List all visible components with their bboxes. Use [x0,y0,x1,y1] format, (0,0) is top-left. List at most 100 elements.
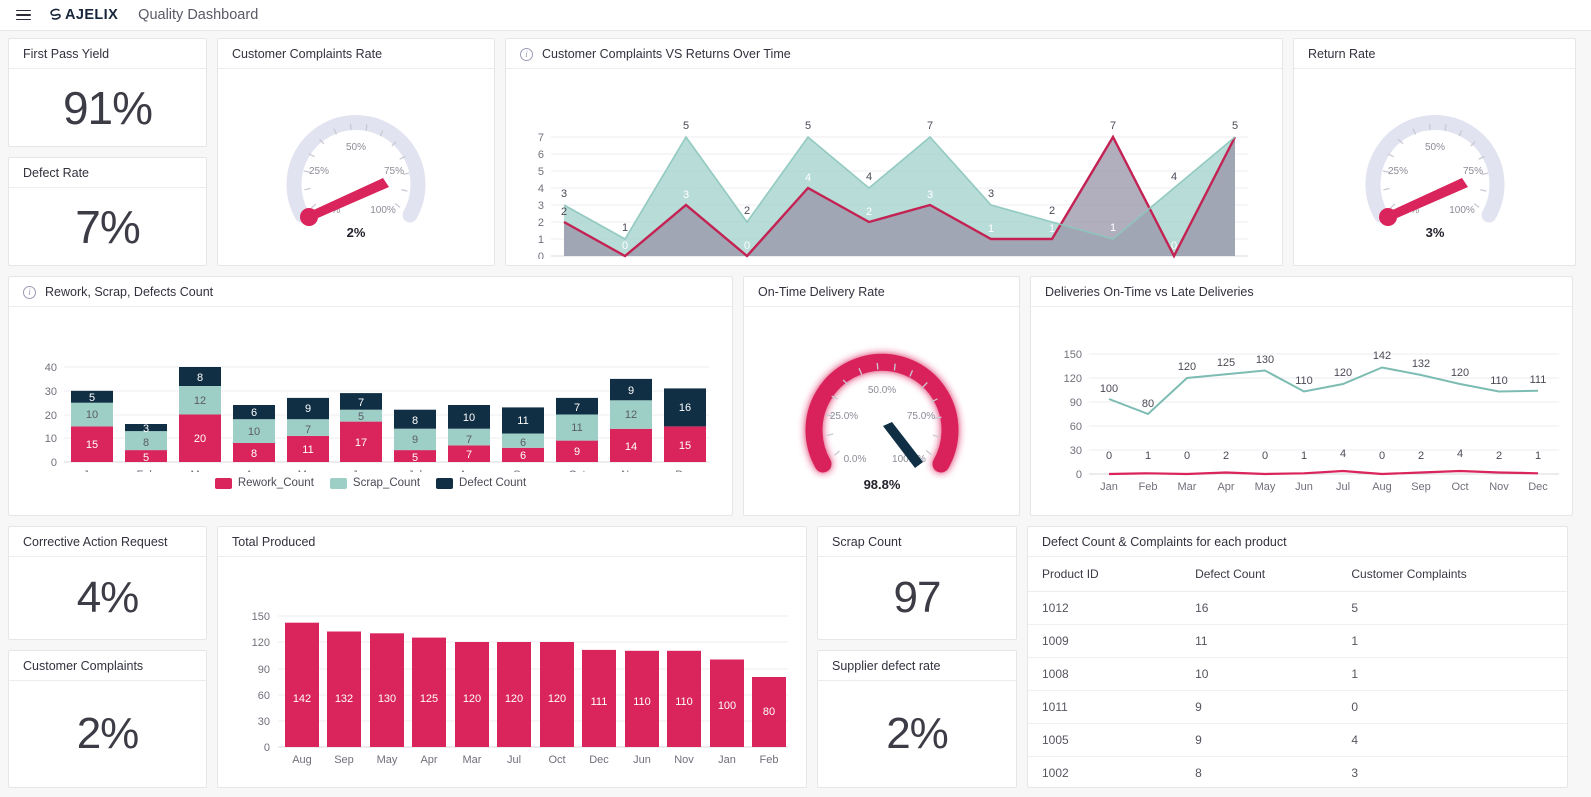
data-label: 0 [1379,450,1385,462]
card-supplier-defect-rate[interactable]: Supplier defect rate 2% [817,650,1017,788]
card-corrective-action-request[interactable]: Corrective Action Request 4% [8,526,207,641]
kpi-value-first-pass-yield: 91% [62,81,153,134]
card-header: Defect Count & Complaints for each produ… [1028,527,1567,557]
card-body: 150 120 90 60 30 0 100 80 120 125 130 11… [1031,307,1572,515]
y-tick: 150 [1064,349,1082,361]
y-tick: 40 [45,362,57,374]
column-header-defect-count[interactable]: Defect Count [1195,557,1352,592]
gauge-tick-25: 25% [1387,166,1407,177]
data-label: 5 [358,411,364,423]
data-label: 1 [1301,450,1307,462]
x-tick: Mar [1178,481,1197,493]
table-scroll-area[interactable]: Product ID Defect Count Customer Complai… [1028,557,1567,787]
card-body: 150 120 90 60 30 0 142 132 130 125 120 1… [218,557,806,787]
card-header: Deliveries On-Time vs Late Deliveries [1031,277,1572,307]
x-tick: Jun [633,754,651,766]
kpi-column-bottom-left: Corrective Action Request 4% Customer Co… [8,526,207,788]
card-on-time-delivery-rate[interactable]: On-Time Delivery Rate 0.0% 25.0% 50.0% 7… [743,276,1020,516]
table-row[interactable]: 1008 10 1 [1028,657,1567,691]
info-icon[interactable]: i [520,47,533,61]
y-tick: 30 [45,386,57,398]
card-deliveries-ontime-vs-late[interactable]: Deliveries On-Time vs Late Deliveries 15… [1030,276,1573,516]
data-label: 132 [1412,358,1430,370]
card-title: Supplier defect rate [832,659,941,674]
card-first-pass-yield[interactable]: First Pass Yield 91% [8,38,207,147]
cell-defect-count: 9 [1195,723,1352,757]
data-label: 110 [1490,375,1508,387]
gauge-tick-50: 50.0% [867,385,895,396]
card-header: Customer Complaints Rate [218,39,494,69]
cell-product-id: 1009 [1028,624,1196,658]
data-label: 110 [675,696,693,708]
card-defect-rate[interactable]: Defect Rate 7% [8,157,207,266]
column-header-product-id[interactable]: Product ID [1028,557,1196,592]
data-label: 1 [1049,223,1055,235]
gauge-value-label: 2% [347,225,366,240]
card-return-rate[interactable]: Return Rate 25% 50% 75% 100% 3% [1293,38,1576,266]
y-tick: 10 [45,433,57,445]
card-header: Supplier defect rate [818,651,1016,682]
dashboard-row-2: i Rework, Scrap, Defects Count 40 30 20 … [8,276,1583,516]
data-label: 80 [763,706,775,718]
y-tick: 0 [264,742,270,754]
chart-rework-scrap-defects: 40 30 20 10 0 15 10 5 5 8 3 20 12 8 8 10… [45,362,709,481]
y-tick: 20 [45,410,57,422]
data-label: 2 [744,205,750,217]
data-label: 0 [1106,450,1112,462]
table-row[interactable]: 1002 8 3 [1028,756,1567,787]
data-label: 120 [505,693,523,705]
card-title: On-Time Delivery Rate [758,285,885,299]
y-tick: 60 [258,690,270,702]
data-label: 1 [1110,222,1116,234]
cell-customer-complaints: 5 [1351,591,1567,625]
card-scrap-count[interactable]: Scrap Count 97 [817,526,1017,641]
info-icon[interactable]: i [23,285,36,299]
card-defect-complaints-table[interactable]: Defect Count & Complaints for each produ… [1027,526,1568,788]
y-tick: 6 [538,149,544,161]
legend-item-rework[interactable]: Rework_Count [214,477,314,489]
cell-product-id: 1012 [1028,591,1196,625]
x-tick: Nov [674,754,694,766]
kpi-value-corrective-action-request: 4% [76,573,140,623]
card-header: First Pass Yield [9,39,206,69]
card-body: 2% [818,681,1016,787]
hamburger-icon[interactable] [14,8,33,23]
card-header: Corrective Action Request [9,527,206,557]
card-body: 0.0% 25.0% 50.0% 75.0% 100.0% 98.8% [744,307,1019,515]
table-row[interactable]: 1012 16 5 [1028,591,1567,625]
gauge-return-rate: 0% 25% 50% 75% 100% 3% [1294,69,1575,265]
card-total-produced[interactable]: Total Produced 150 120 90 60 30 0 142 13… [217,526,807,788]
legend-item-scrap[interactable]: Scrap_Count [329,477,420,489]
card-complaints-vs-returns[interactable]: i Customer Complaints VS Returns Over Ti… [505,38,1283,266]
x-tick: Apr [420,754,437,766]
brand-logo[interactable]: AJELIX [47,7,118,23]
table-row[interactable]: 1011 9 0 [1028,690,1567,724]
data-label: 5 [683,120,689,132]
card-rework-scrap-defects[interactable]: i Rework, Scrap, Defects Count 40 30 20 … [8,276,733,516]
data-label: 4 [805,172,811,184]
chart-legend: Rework_Count Scrap_Count Defect Count [9,477,732,495]
page-title: Quality Dashboard [138,7,259,23]
cell-product-id: 1002 [1028,756,1196,787]
bar-group: 15 10 5 [71,390,113,462]
x-tick: Jul [507,754,521,766]
x-tick: Jan [83,469,101,472]
y-tick: 0 [1076,469,1082,481]
data-label: 132 [335,693,353,705]
table-row[interactable]: 1005 9 4 [1028,723,1567,757]
data-label: 125 [1217,357,1235,369]
ajelix-mark-icon [50,8,61,20]
legend-item-defect[interactable]: Defect Count [436,477,526,489]
bar-group: 120 [540,642,574,747]
gauge-customer-complaints-rate: 0% 25% 50% 75% 100% 2% [218,69,494,265]
data-label: 20 [194,433,206,445]
data-label: 7 [466,449,472,461]
data-label: 142 [293,693,311,705]
card-customer-complaints[interactable]: Customer Complaints 2% [8,650,207,788]
table-row[interactable]: 1009 11 1 [1028,624,1567,658]
data-label: 7 [466,434,472,446]
card-header: Return Rate [1294,39,1575,69]
column-header-customer-complaints[interactable]: Customer Complaints [1351,557,1567,592]
cell-defect-count: 8 [1195,756,1352,787]
card-customer-complaints-rate[interactable]: Customer Complaints Rate 25% 50% 75% 100… [217,38,495,266]
